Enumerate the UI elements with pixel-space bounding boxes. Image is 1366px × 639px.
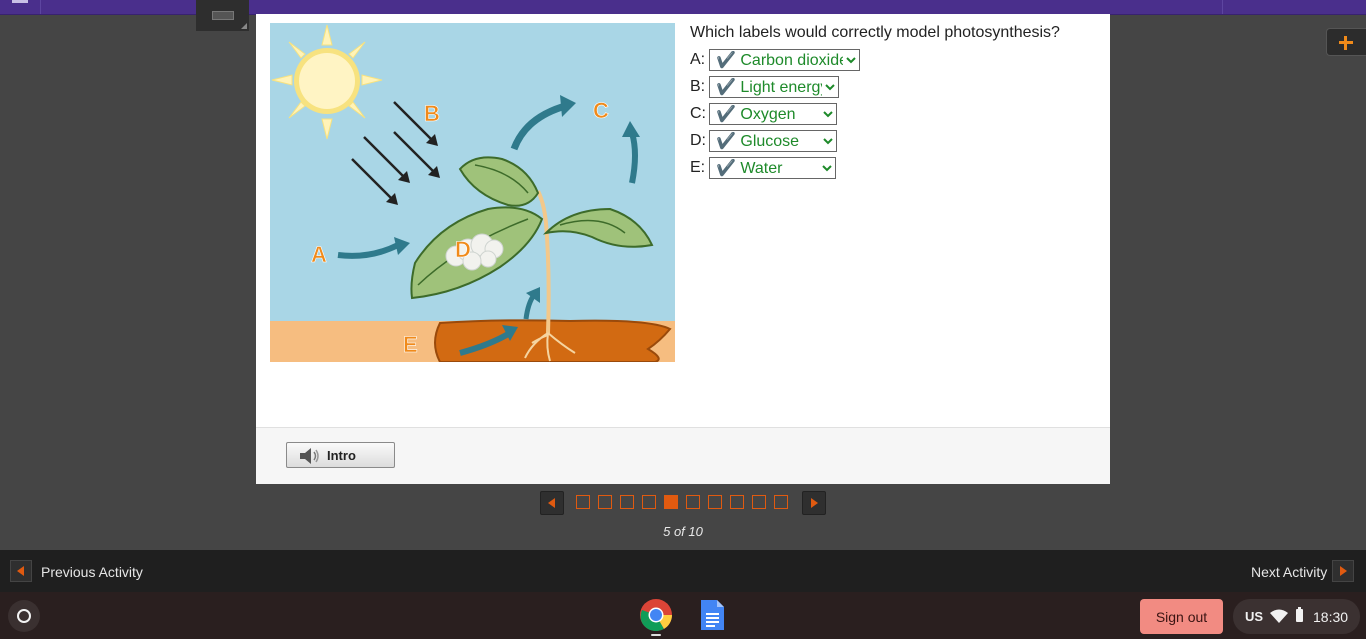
label-a: A — [311, 242, 327, 267]
question-pager — [540, 491, 826, 515]
topbar-divider — [40, 0, 41, 14]
previous-activity-label[interactable]: Previous Activity — [41, 564, 143, 580]
previous-activity-button[interactable] — [10, 560, 32, 582]
answer-letter: A: — [690, 51, 706, 68]
answer-letter: B: — [690, 78, 706, 95]
answer-select-d[interactable]: ✔️ Glucose — [709, 130, 837, 152]
answer-letter: C: — [690, 105, 706, 122]
clock: 18:30 — [1313, 609, 1349, 625]
intro-label: Intro — [327, 447, 356, 463]
topbar-divider — [1222, 0, 1223, 14]
mud-patch — [434, 319, 672, 362]
pager-next-button[interactable] — [802, 491, 826, 515]
answer-select-b[interactable]: ✔️ Light energy — [709, 76, 839, 98]
answer-select-c[interactable]: ✔️ Oxygen — [709, 103, 837, 125]
menu-icon[interactable] — [12, 0, 28, 3]
page-box-1[interactable] — [576, 495, 590, 509]
battery-icon — [1296, 607, 1303, 622]
answer-letter: D: — [690, 132, 706, 149]
resize-corner-icon — [241, 23, 247, 29]
label-e: E — [403, 332, 418, 357]
os-shelf: Sign out US 18:30 — [0, 592, 1366, 639]
page-box-8[interactable] — [730, 495, 744, 509]
wifi-icon — [1270, 609, 1288, 623]
page-box-4[interactable] — [642, 495, 656, 509]
answer-select-e[interactable]: ✔️ Water — [709, 157, 836, 179]
launcher-button[interactable] — [8, 600, 40, 632]
page-count: 5 of 10 — [663, 524, 703, 539]
page-box-9[interactable] — [752, 495, 766, 509]
answer-select-a[interactable]: ✔️ Carbon dioxide — [709, 49, 860, 71]
arrow-right-icon — [811, 498, 818, 508]
next-activity-button[interactable] — [1332, 560, 1354, 582]
question-prompt: Which labels would correctly model photo… — [690, 24, 1060, 41]
launcher-icon — [17, 609, 31, 623]
page-box-10[interactable] — [774, 495, 788, 509]
keyboard-tab[interactable] — [196, 0, 249, 31]
arrow-left-icon — [548, 498, 555, 508]
docs-icon[interactable] — [695, 598, 729, 632]
sign-out-button[interactable]: Sign out — [1140, 599, 1223, 634]
add-button[interactable] — [1326, 28, 1366, 56]
status-tray[interactable]: US 18:30 — [1233, 599, 1360, 634]
speaker-icon — [300, 448, 319, 464]
active-app-indicator — [651, 634, 661, 636]
pager-prev-button[interactable] — [540, 491, 564, 515]
answer-letter: E: — [690, 159, 706, 176]
page-box-5-current[interactable] — [664, 495, 678, 509]
label-c: C — [593, 98, 609, 123]
arrow-left-icon — [17, 566, 24, 576]
intro-button[interactable]: Intro — [286, 442, 395, 468]
page-box-7[interactable] — [708, 495, 722, 509]
input-method: US — [1245, 609, 1264, 624]
chrome-icon[interactable] — [639, 598, 673, 632]
activity-panel: A B C D E Which labels would correctly m… — [256, 14, 1110, 484]
photosynthesis-diagram: A B C D E — [270, 23, 675, 362]
page-box-6[interactable] — [686, 495, 700, 509]
next-activity-label[interactable]: Next Activity — [1251, 564, 1327, 580]
label-d: D — [455, 237, 471, 262]
arrow-right-icon — [1340, 566, 1347, 576]
page-box-3[interactable] — [620, 495, 634, 509]
label-b: B — [424, 101, 440, 126]
page-box-2[interactable] — [598, 495, 612, 509]
activity-footer: Intro — [256, 427, 1110, 484]
plus-icon-stem — [1344, 36, 1347, 50]
activity-nav-bar: Previous Activity Next Activity — [0, 550, 1366, 592]
keyboard-icon — [212, 11, 234, 20]
